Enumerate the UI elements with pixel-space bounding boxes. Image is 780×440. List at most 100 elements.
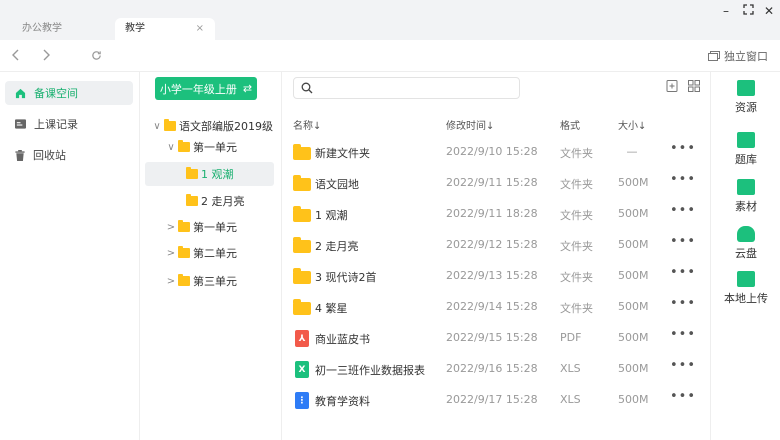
material-icon: [737, 179, 755, 195]
resource-icon: [737, 80, 755, 96]
tree-node-label: 第一单元: [193, 141, 237, 154]
file-format: 文件夹: [560, 240, 593, 253]
question-bank-label: 题库: [735, 153, 757, 166]
chevron-right-icon[interactable]: >: [164, 276, 178, 287]
close-icon[interactable]: ✕: [761, 3, 777, 19]
tab-office-teaching[interactable]: 办公教学: [12, 18, 112, 40]
sidebar-item-prep-space[interactable]: 备课空间: [5, 81, 133, 105]
table-row[interactable]: ⋮ 教育学资料 2022/9/17 15:28 XLS 500M •••: [282, 385, 710, 416]
tree-node-label: 第三单元: [193, 275, 237, 288]
sidebar-item-label: 上课记录: [34, 118, 78, 131]
file-size: 500M: [618, 300, 649, 313]
pdf-file-icon: ⅄: [293, 330, 310, 347]
new-file-icon[interactable]: [665, 80, 679, 94]
file-format: 文件夹: [560, 271, 593, 284]
table-row[interactable]: ⅄ 商业蓝皮书 2022/9/15 15:28 PDF 500M •••: [282, 323, 710, 354]
tab-close-icon[interactable]: ×: [196, 18, 204, 40]
file-size: 500M: [618, 393, 649, 406]
file-size: 500M: [618, 176, 649, 189]
column-header-size[interactable]: 大小↓: [618, 117, 646, 132]
chevron-down-icon[interactable]: ∨: [150, 121, 164, 132]
sidebar-item-class-records[interactable]: 上课记录: [5, 112, 133, 136]
tree-node-lesson-1[interactable]: 1 观潮: [186, 162, 234, 186]
file-format: XLS: [560, 393, 581, 406]
chevron-down-icon[interactable]: ∨: [164, 142, 178, 153]
resource-label: 资源: [735, 101, 757, 114]
file-format: 文件夹: [560, 178, 593, 191]
app-window: 办公教学 教学 × – ✕ 独立窗口 备课空间 上课记录 回收站 小学一年级上册…: [0, 0, 780, 440]
tree-node-unit-3[interactable]: > 第三单元: [164, 269, 237, 293]
chevron-right-icon[interactable]: >: [164, 222, 178, 233]
right-toolbar: 资源 题库 素材 云盘 本地上传: [710, 72, 780, 440]
file-name: 新建文件夹: [315, 147, 370, 160]
swap-icon: ⇄: [242, 82, 253, 95]
more-options-icon[interactable]: •••: [670, 234, 696, 249]
sidebar-item-label: 备课空间: [34, 87, 78, 100]
file-size: —: [626, 145, 638, 158]
file-list-pane: 名称↓ 修改时间↓ 格式 大小↓ 新建文件夹 2022/9/10 15:28 文件夹…: [282, 72, 710, 440]
search-input[interactable]: [293, 77, 520, 99]
back-icon[interactable]: [6, 46, 26, 66]
file-format: 文件夹: [560, 209, 593, 222]
folder-icon: [178, 140, 190, 152]
tab-label: 办公教学: [22, 23, 62, 34]
more-options-icon[interactable]: •••: [670, 296, 696, 311]
local-upload-button[interactable]: 本地上传: [711, 271, 780, 306]
grid-view-icon[interactable]: [687, 80, 701, 94]
cloud-disk-button[interactable]: 云盘: [711, 226, 780, 261]
folder-icon: [293, 237, 311, 254]
minimize-icon[interactable]: –: [718, 3, 734, 19]
tab-teaching[interactable]: 教学 ×: [115, 18, 215, 40]
folder-icon: [186, 194, 198, 206]
column-header-format[interactable]: 格式: [560, 117, 580, 132]
table-row[interactable]: 2 走月亮 2022/9/12 15:28 文件夹 500M •••: [282, 230, 710, 261]
material-button[interactable]: 素材: [711, 179, 780, 214]
file-format: 文件夹: [560, 147, 593, 160]
sidebar-item-recycle-bin[interactable]: 回收站: [5, 143, 133, 167]
folder-icon: [178, 220, 190, 232]
more-options-icon[interactable]: •••: [670, 358, 696, 373]
tree-node-unit-2[interactable]: > 第二单元: [164, 241, 237, 265]
table-row[interactable]: 语文园地 2022/9/11 15:28 文件夹 500M •••: [282, 168, 710, 199]
tree-node-lesson-2[interactable]: 2 走月亮: [186, 189, 245, 213]
table-row[interactable]: 新建文件夹 2022/9/10 15:28 文件夹 — •••: [282, 137, 710, 168]
tree-node-label: 语文部编版2019级: [179, 120, 273, 133]
file-name: 初一三班作业数据报表: [315, 364, 425, 377]
file-name: 语文园地: [315, 178, 359, 191]
more-options-icon[interactable]: •••: [670, 265, 696, 280]
table-row[interactable]: 4 繁星 2022/9/14 15:28 文件夹 500M •••: [282, 292, 710, 323]
column-header-name[interactable]: 名称↓: [293, 117, 321, 132]
tree-node-unit-1[interactable]: ∨ 第一单元: [164, 135, 237, 159]
resource-button[interactable]: 资源: [711, 80, 780, 115]
folder-icon: [164, 119, 176, 131]
tree-node-unit-a[interactable]: > 第一单元: [164, 215, 237, 239]
table-row[interactable]: 3 现代诗2首 2022/9/13 15:28 文件夹 500M •••: [282, 261, 710, 292]
file-name: 1 观潮: [315, 209, 348, 222]
tree-node-label: 第一单元: [193, 221, 237, 234]
chevron-right-icon[interactable]: >: [164, 248, 178, 259]
column-header-time[interactable]: 修改时间↓: [446, 117, 494, 132]
more-options-icon[interactable]: •••: [670, 389, 696, 404]
file-size: 500M: [618, 362, 649, 375]
modified-time: 2022/9/14 15:28: [446, 300, 538, 313]
maximize-icon[interactable]: [740, 3, 756, 19]
modified-time: 2022/9/11 18:28: [446, 207, 538, 220]
file-size: 500M: [618, 331, 649, 344]
more-options-icon[interactable]: •••: [670, 327, 696, 342]
forward-icon[interactable]: [36, 46, 56, 66]
file-size: 500M: [618, 269, 649, 282]
question-bank-button[interactable]: 题库: [711, 132, 780, 167]
more-options-icon[interactable]: •••: [670, 203, 696, 218]
table-row[interactable]: 1 观潮 2022/9/11 18:28 文件夹 500M •••: [282, 199, 710, 230]
tab-label: 教学: [125, 23, 145, 34]
trash-icon: [15, 149, 25, 161]
standalone-window-button[interactable]: 独立窗口: [708, 48, 768, 64]
nav-toolbar: 独立窗口: [0, 40, 780, 72]
more-options-icon[interactable]: •••: [670, 141, 696, 156]
grade-selector-button[interactable]: 小学一年级上册 ⇄: [155, 77, 257, 100]
title-bar: 办公教学 教学 × – ✕: [0, 0, 780, 40]
more-options-icon[interactable]: •••: [670, 172, 696, 187]
refresh-icon[interactable]: [86, 46, 106, 66]
upload-label: 本地上传: [724, 292, 768, 305]
table-row[interactable]: X 初一三班作业数据报表 2022/9/16 15:28 XLS 500M •••: [282, 354, 710, 385]
